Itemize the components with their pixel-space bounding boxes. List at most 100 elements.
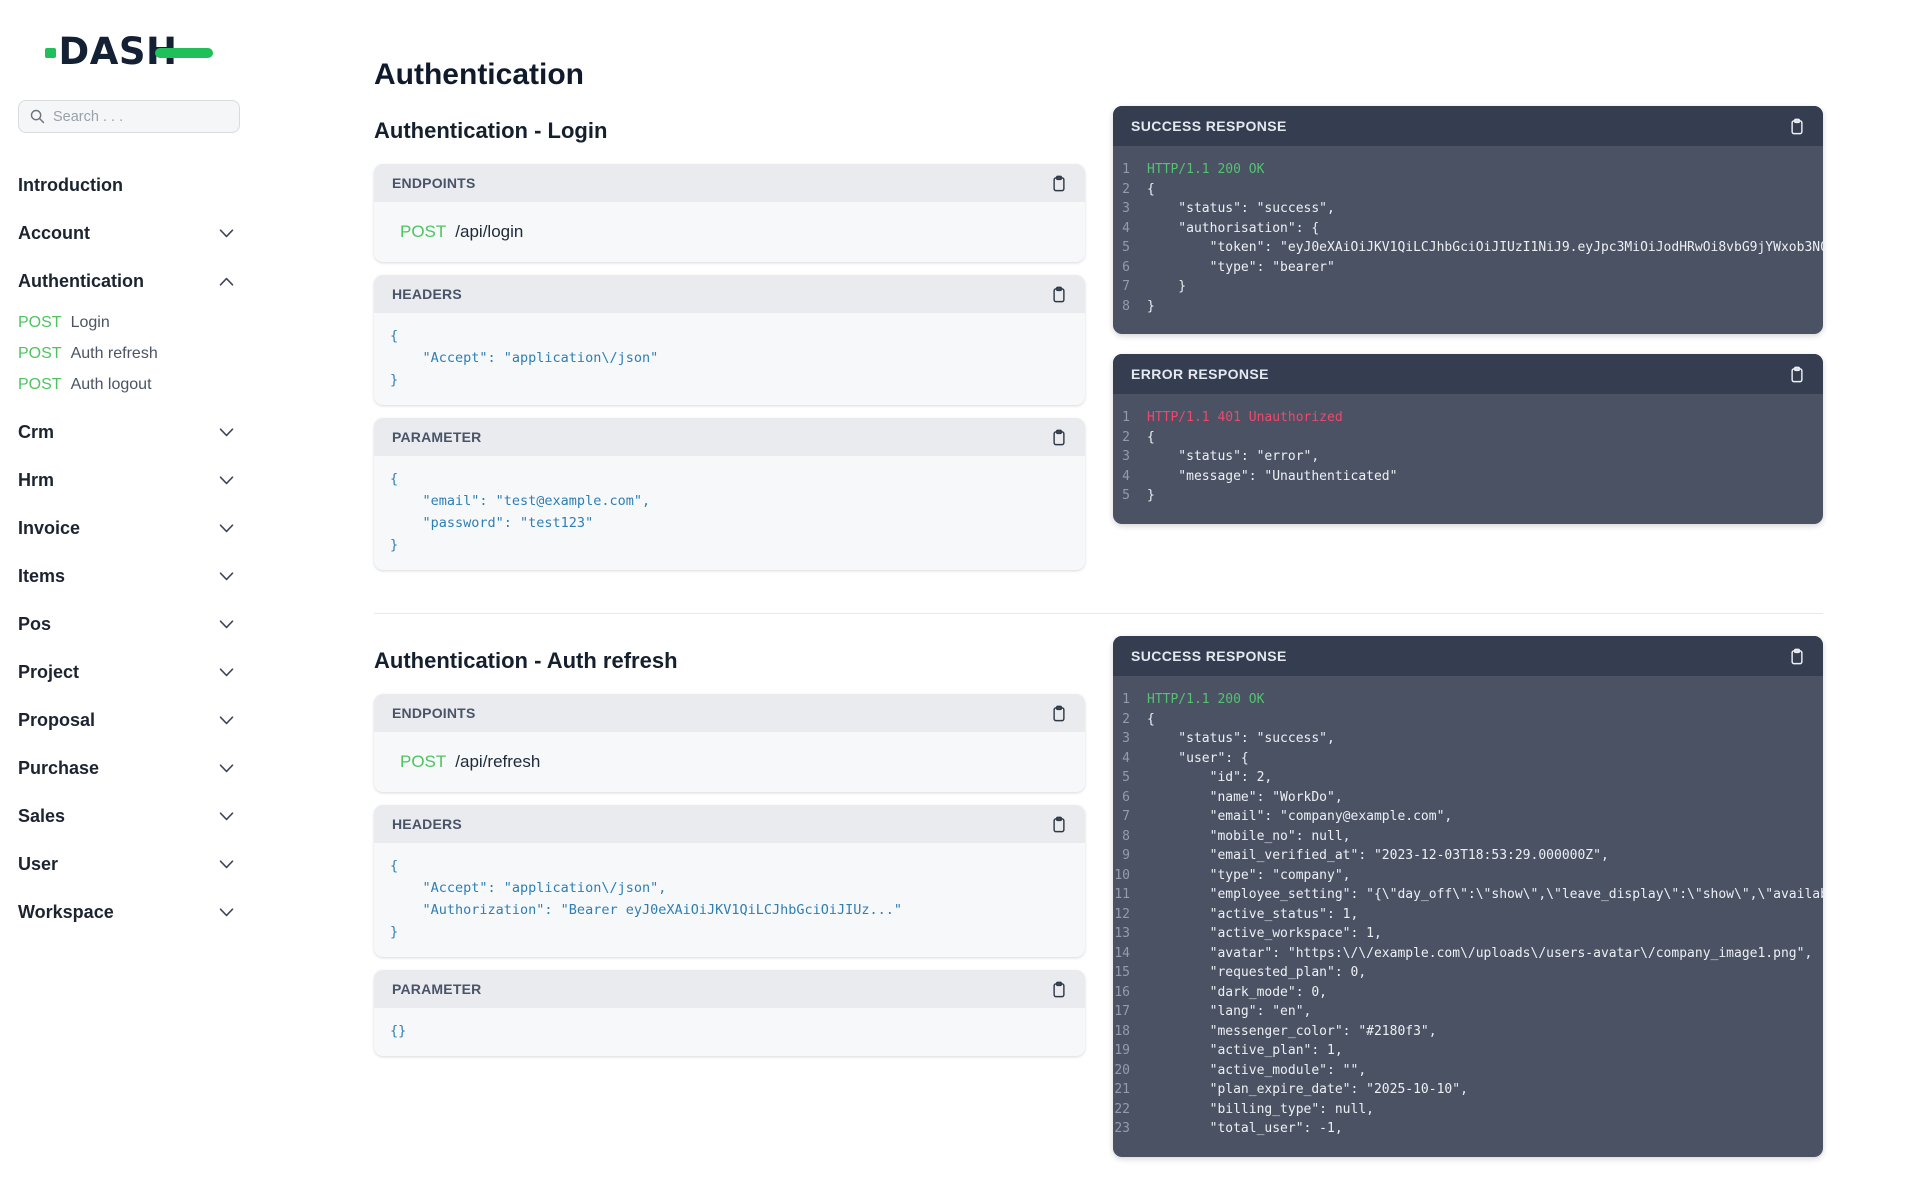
search-box <box>18 100 240 133</box>
app-root: DASH IntroductionAccountAuthenticationPO… <box>0 0 1920 1080</box>
http-method-badge: POST <box>18 345 62 363</box>
box-body: { "Accept": "application\/json", "Author… <box>374 843 1085 957</box>
line-number: 21 <box>1113 1080 1147 1100</box>
line-number: 17 <box>1113 1002 1147 1022</box>
sidebar-item-pos[interactable]: Pos <box>18 600 240 648</box>
sidebar-item-items[interactable]: Items <box>18 552 240 600</box>
chevron-down-icon <box>219 860 234 869</box>
section-left-column: Authentication - LoginENDPOINTSPOST/api/… <box>374 118 1085 583</box>
line-number: 20 <box>1113 1061 1147 1081</box>
main-content: Authentication Authentication - LoginEND… <box>258 0 1920 1080</box>
copy-button[interactable] <box>1047 425 1071 450</box>
box-body: POST/api/refresh <box>374 732 1085 792</box>
code-text: { <box>1147 180 1823 200</box>
code-text: "user": { <box>1147 749 1823 769</box>
code-text: "requested_plan": 0, <box>1147 963 1823 983</box>
code-text: } <box>1147 277 1823 297</box>
code-text: "dark_mode": 0, <box>1147 983 1823 1003</box>
chevron-down-icon <box>219 716 234 725</box>
box-parameter: PARAMETER{ "email": "test@example.com", … <box>374 418 1085 570</box>
sidebar-item-crm[interactable]: Crm <box>18 408 240 456</box>
copy-button[interactable] <box>1047 282 1071 307</box>
code-line: 18 "messenger_color": "#2180f3", <box>1113 1022 1823 1042</box>
code-line: 3 "status": "error", <box>1113 447 1823 467</box>
response-panel-header: SUCCESS RESPONSE <box>1113 636 1823 676</box>
section-right-column: SUCCESS RESPONSE1HTTP/1.1 200 OK2{3 "sta… <box>1113 636 1823 1177</box>
sidebar-subitem-label: Auth refresh <box>71 345 158 363</box>
http-method-badge: POST <box>18 314 62 332</box>
sidebar-item-invoice[interactable]: Invoice <box>18 504 240 552</box>
clipboard-icon <box>1050 815 1068 834</box>
response-panel-success-response: SUCCESS RESPONSE1HTTP/1.1 200 OK2{3 "sta… <box>1113 106 1823 334</box>
code-text: "status": "success", <box>1147 729 1823 749</box>
sidebar-item-project[interactable]: Project <box>18 648 240 696</box>
box-header: PARAMETER <box>374 418 1085 456</box>
line-number: 3 <box>1113 447 1147 467</box>
code-text: "name": "WorkDo", <box>1147 788 1823 808</box>
code-text: "avatar": "https:\/\/example.com\/upload… <box>1147 944 1823 964</box>
sidebar-item-hrm[interactable]: Hrm <box>18 456 240 504</box>
code-line: 1HTTP/1.1 200 OK <box>1113 160 1823 180</box>
sidebar-item-sales[interactable]: Sales <box>18 792 240 840</box>
sidebar-item-introduction[interactable]: Introduction <box>18 161 240 209</box>
sidebar-item-authentication-auth-logout[interactable]: POSTAuth logout <box>18 369 258 400</box>
clipboard-icon <box>1788 365 1806 384</box>
copy-button[interactable] <box>1785 362 1809 387</box>
sidebar-item-authentication-auth-refresh[interactable]: POST Auth refresh <box>18 338 258 369</box>
http-method: POST <box>400 752 446 771</box>
line-number: 8 <box>1113 827 1147 847</box>
response-code-block: 1HTTP/1.1 200 OK2{3 "status": "success",… <box>1113 676 1823 1157</box>
search-input[interactable] <box>18 100 240 133</box>
code-text: "id": 2, <box>1147 768 1823 788</box>
line-number: 6 <box>1113 788 1147 808</box>
code-line: 5 "token": "eyJ0eXAiOiJKV1QiLCJhbGciOiJI… <box>1113 238 1823 258</box>
clipboard-icon <box>1788 117 1806 136</box>
endpoint-line: POST/api/login <box>390 210 1069 254</box>
code-text: "token": "eyJ0eXAiOiJKV1QiLCJhbGciOiJIUz… <box>1147 238 1823 258</box>
code-line: 4 "message": "Unauthenticated" <box>1113 467 1823 487</box>
sidebar-item-authentication[interactable]: Authentication <box>18 257 240 305</box>
sidebar-item-purchase[interactable]: Purchase <box>18 744 240 792</box>
copy-button[interactable] <box>1785 644 1809 669</box>
section-authentication-login: Authentication - LoginENDPOINTSPOST/api/… <box>374 118 1920 583</box>
code-line: 5} <box>1113 486 1823 506</box>
sidebar-item-label: Items <box>18 566 65 587</box>
code-line: 1HTTP/1.1 200 OK <box>1113 690 1823 710</box>
box-label: PARAMETER <box>392 429 481 445</box>
copy-button[interactable] <box>1047 701 1071 726</box>
line-number: 4 <box>1113 467 1147 487</box>
code-block: {} <box>390 1020 1069 1042</box>
response-code-block: 1HTTP/1.1 401 Unauthorized2{3 "status": … <box>1113 394 1823 524</box>
line-number: 5 <box>1113 768 1147 788</box>
box-parameter: PARAMETER{} <box>374 970 1085 1056</box>
sidebar-item-label: Hrm <box>18 470 54 491</box>
sidebar-item-authentication-login[interactable]: POST Login <box>18 307 258 338</box>
line-number: 4 <box>1113 749 1147 769</box>
chevron-down-icon <box>219 476 234 485</box>
sidebar-item-proposal[interactable]: Proposal <box>18 696 240 744</box>
endpoint-path: /api/refresh <box>455 752 540 771</box>
sidebar-item-workspace[interactable]: Workspace <box>18 888 240 936</box>
line-number: 13 <box>1113 924 1147 944</box>
copy-button[interactable] <box>1047 171 1071 196</box>
copy-button[interactable] <box>1047 977 1071 1002</box>
sidebar-item-user[interactable]: User <box>18 840 240 888</box>
code-text: "authorisation": { <box>1147 219 1823 239</box>
section-left-column: Authentication - Auth refreshENDPOINTSPO… <box>374 648 1085 1177</box>
sidebar-subitem-label: Login <box>71 314 110 332</box>
code-line: 5 "id": 2, <box>1113 768 1823 788</box>
clipboard-icon <box>1788 647 1806 666</box>
sidebar-item-account[interactable]: Account <box>18 209 240 257</box>
copy-button[interactable] <box>1047 812 1071 837</box>
sidebar-item-label: Proposal <box>18 710 95 731</box>
sidebar-item-label: User <box>18 854 58 875</box>
box-body: POST/api/login <box>374 202 1085 262</box>
section-authentication-auth-refresh: Authentication - Auth refreshENDPOINTSPO… <box>374 648 1920 1177</box>
copy-button[interactable] <box>1785 114 1809 139</box>
section-title: Authentication - Auth refresh <box>374 648 1085 674</box>
box-headers: HEADERS{ "Accept": "application\/json", … <box>374 805 1085 957</box>
line-number: 12 <box>1113 905 1147 925</box>
http-status-line: HTTP/1.1 200 OK <box>1147 160 1823 180</box>
logo[interactable]: DASH <box>18 26 240 76</box>
code-line: 15 "requested_plan": 0, <box>1113 963 1823 983</box>
